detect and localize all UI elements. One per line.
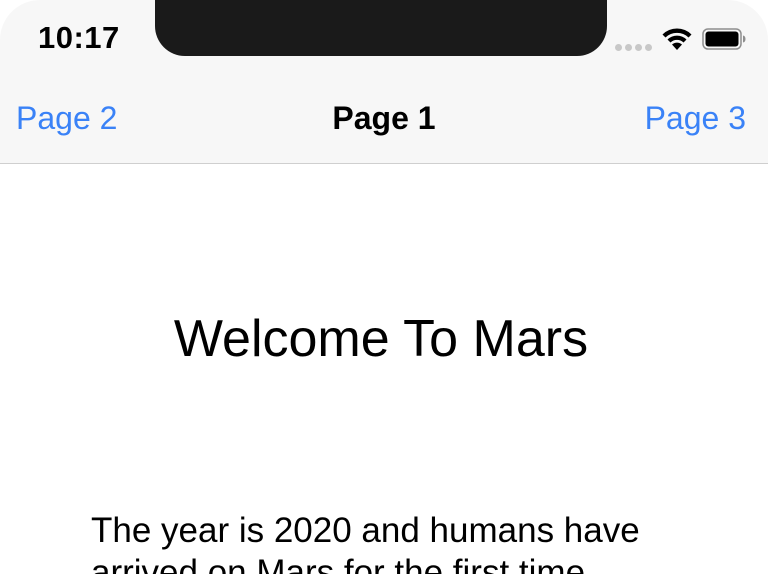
- wifi-icon: [662, 28, 692, 50]
- status-time: 10:17: [38, 20, 120, 55]
- device-notch: [155, 0, 607, 56]
- battery-icon: [702, 28, 746, 50]
- phone-screen: 10:17 Page 2 Page 1 Page 3 Welcome To Ma…: [0, 0, 768, 574]
- navigation-header: 10:17 Page 2 Page 1 Page 3: [0, 0, 768, 164]
- nav-page-3-button[interactable]: Page 3: [645, 100, 746, 137]
- page-heading: Welcome To Mars: [173, 310, 589, 368]
- intro-paragraph: The year is 2020 and humans have arrived…: [91, 511, 640, 574]
- cellular-signal-icon: [615, 44, 652, 51]
